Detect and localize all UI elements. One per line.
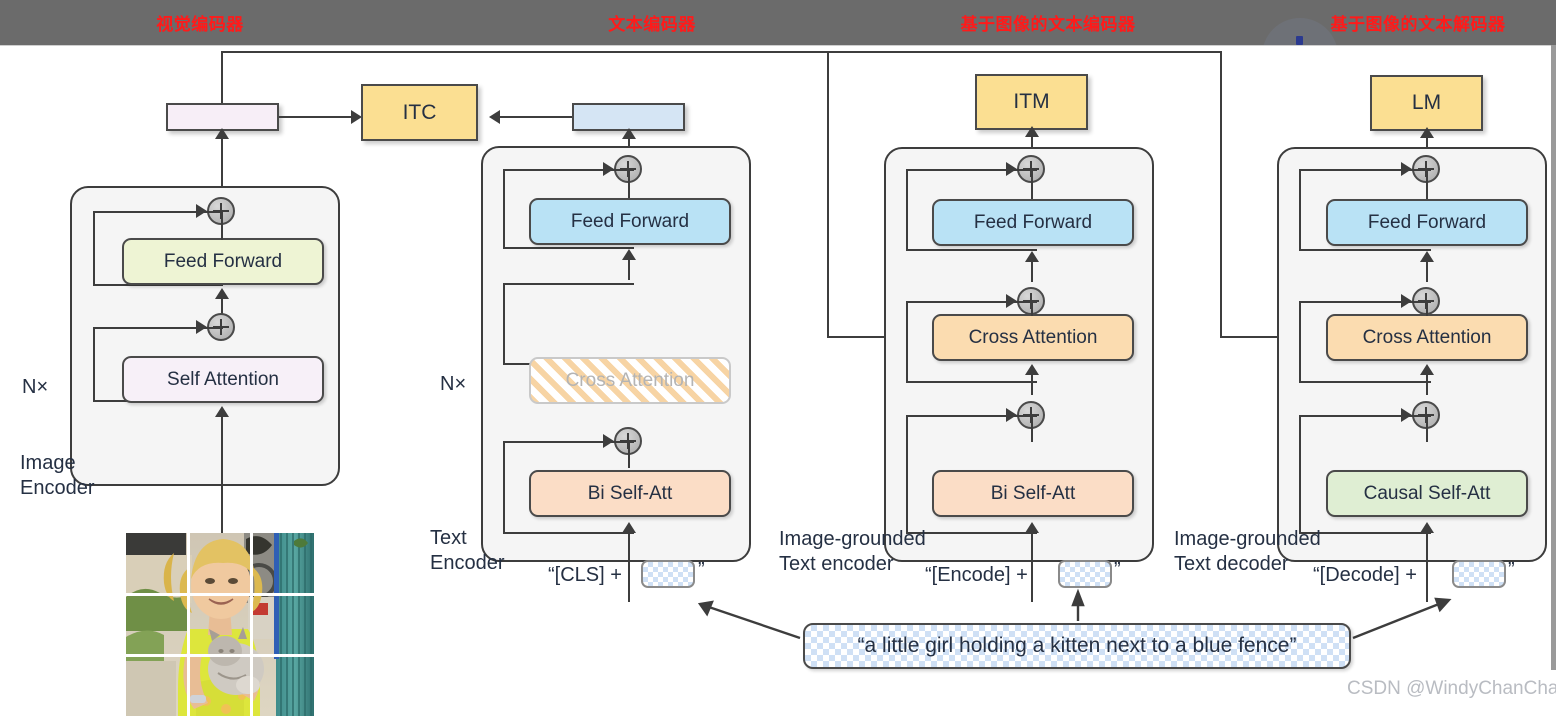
col3-input-stem xyxy=(1031,530,1033,602)
vision-ffn-out xyxy=(221,210,223,240)
col4-residual-arrow-cross xyxy=(1401,294,1412,308)
col3-residual-arrow-attn xyxy=(1006,408,1017,422)
text-input-stem xyxy=(628,530,630,602)
patch-grid-lines xyxy=(126,533,314,716)
text-residual-path-cross xyxy=(503,283,634,365)
text-residual-arrow-attn xyxy=(603,434,614,448)
text-to-itc-arrow xyxy=(489,110,500,124)
col3-bi-self-att[interactable]: Bi Self-Att xyxy=(932,470,1134,517)
col4-input-prefix: “[Decode] + xyxy=(1313,564,1417,586)
vision-feature-drop-col4 xyxy=(1220,51,1222,337)
col3-input-prefix: “[Encode] + xyxy=(925,564,1028,586)
col3-input-arrow xyxy=(1025,522,1039,533)
text-attn-out xyxy=(628,442,630,468)
input-image-patches xyxy=(126,533,314,716)
col3-attn-out xyxy=(1031,416,1033,442)
text-encoder-caption: Text Encoder xyxy=(430,527,505,574)
col4-cross-in-arrow xyxy=(1420,364,1434,375)
col4-feed-forward[interactable]: Feed Forward xyxy=(1326,199,1528,246)
banner-label-image-grounded-text-encoder: 基于图像的文本编码器 xyxy=(960,15,1136,34)
vision-input-arrow xyxy=(215,406,229,417)
col4-caption: Image-grounded Text decoder xyxy=(1174,528,1321,575)
col3-mask-token xyxy=(1058,560,1112,588)
vision-residual-arrow-top xyxy=(196,204,207,218)
col4-causal-self-att[interactable]: Causal Self-Att xyxy=(1326,470,1528,517)
col3-cross-out xyxy=(1031,302,1033,316)
col3-ffn-in-arrow xyxy=(1025,251,1039,262)
text-to-itc-line xyxy=(500,116,572,118)
vision-encoder-caption: Image Encoder xyxy=(20,452,95,499)
vision-feature-riser xyxy=(221,51,223,106)
text-bi-self-att[interactable]: Bi Self-Att xyxy=(529,470,731,517)
vision-cls-arrow xyxy=(215,128,229,139)
banner-label-vision-encoder: 视觉编码器 xyxy=(156,15,244,34)
col4-mask-token xyxy=(1452,560,1506,588)
cursor-dot-icon xyxy=(1296,36,1303,45)
text-input-suffix: ” xyxy=(698,559,705,581)
caption-text-box: “a little girl holding a kitten next to … xyxy=(803,623,1351,669)
vision-to-itc-line xyxy=(279,116,353,118)
text-cls-arrow xyxy=(622,128,636,139)
vision-feature-bus xyxy=(221,51,1222,53)
col4-input-stem xyxy=(1426,530,1428,602)
text-cls-token-bar xyxy=(572,103,685,131)
objective-lm[interactable]: LM xyxy=(1370,75,1483,131)
col3-cross-in-arrow xyxy=(1025,364,1039,375)
col4-cross-out xyxy=(1426,302,1428,316)
objective-itm[interactable]: ITM xyxy=(975,74,1088,130)
text-feed-forward[interactable]: Feed Forward xyxy=(529,198,731,245)
text-cross-attention-disabled: Cross Attention xyxy=(529,357,731,404)
col4-residual-arrow-attn xyxy=(1401,408,1412,422)
col4-residual-arrow-ffn xyxy=(1401,162,1412,176)
right-edge-strip xyxy=(1551,45,1556,670)
vision-feed-forward[interactable]: Feed Forward xyxy=(122,238,324,285)
text-ffn-in-arrow xyxy=(622,249,636,260)
col4-input-arrow xyxy=(1420,522,1434,533)
vision-residual-arrow-bottom xyxy=(196,320,207,334)
col4-attn-out xyxy=(1426,416,1428,442)
col3-cross-attention[interactable]: Cross Attention xyxy=(932,314,1134,361)
vision-ffn-in-arrow xyxy=(215,288,229,299)
vision-cls-token-bar xyxy=(166,103,279,131)
banner-label-image-grounded-text-decoder: 基于图像的文本解码器 xyxy=(1330,15,1506,34)
vision-feature-drop-col3 xyxy=(827,51,829,337)
top-banner: 视觉编码器 文本编码器 基于图像的文本编码器 基于图像的文本解码器 xyxy=(0,0,1556,94)
col4-ffn-in-arrow xyxy=(1420,251,1434,262)
col3-input-suffix: ” xyxy=(1114,559,1121,581)
objective-itc[interactable]: ITC xyxy=(361,84,478,141)
col3-ffn-in xyxy=(1031,260,1033,282)
text-repeat-label: N× xyxy=(440,373,467,395)
col4-input-suffix: ” xyxy=(1508,559,1515,581)
diagram-root: 视觉编码器 文本编码器 基于图像的文本编码器 基于图像的文本解码器 ITC N× xyxy=(0,0,1556,716)
vision-input-stem xyxy=(221,414,223,534)
col3-residual-arrow-cross xyxy=(1006,294,1017,308)
text-input-prefix: “[CLS] + xyxy=(548,564,622,586)
watermark-text: CSDN @WindyChanChan xyxy=(1347,678,1556,699)
col3-caption: Image-grounded Text encoder xyxy=(779,528,926,575)
text-input-arrow xyxy=(622,522,636,533)
col4-cross-attention[interactable]: Cross Attention xyxy=(1326,314,1528,361)
banner-label-text-encoder: 文本编码器 xyxy=(608,15,696,34)
text-residual-arrow-ffn xyxy=(603,162,614,176)
col3-feed-forward[interactable]: Feed Forward xyxy=(932,199,1134,246)
col3-residual-arrow-ffn xyxy=(1006,162,1017,176)
col3-ffn-out xyxy=(1031,170,1033,199)
itm-arrow xyxy=(1025,126,1039,137)
text-mask-token xyxy=(641,560,695,588)
vision-repeat-label: N× xyxy=(22,376,49,398)
col4-cross-in xyxy=(1426,373,1428,395)
lm-arrow xyxy=(1420,127,1434,138)
col4-ffn-out xyxy=(1426,170,1428,199)
col4-ffn-in xyxy=(1426,260,1428,282)
vision-self-attention[interactable]: Self Attention xyxy=(122,356,324,403)
figure-canvas: ITC N× Feed Forward Self Attention Image… xyxy=(0,45,1556,716)
text-ffn-in xyxy=(628,258,630,280)
col3-cross-in xyxy=(1031,373,1033,395)
text-ffn-out xyxy=(628,170,630,198)
